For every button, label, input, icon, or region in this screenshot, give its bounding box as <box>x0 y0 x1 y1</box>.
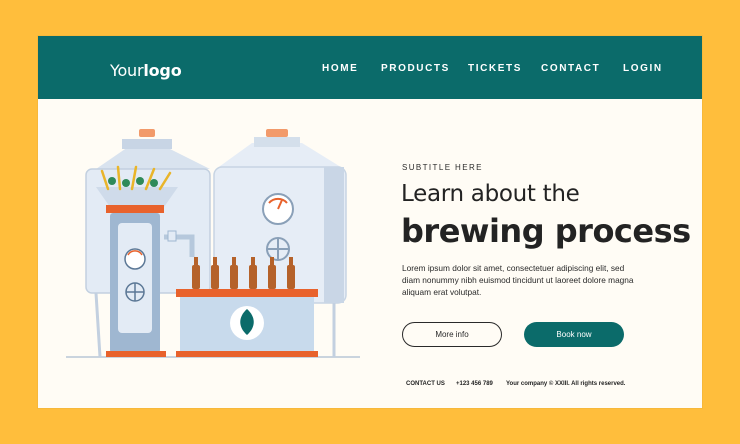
conveyor-box <box>176 289 318 357</box>
logo[interactable]: Yourlogo <box>110 61 182 80</box>
hero-body: Lorem ipsum dolor sit amet, consectetuer… <box>402 263 634 297</box>
footer-rights: Your company © XXIII. All rights reserve… <box>506 381 626 387</box>
footer-phone: +123 456 789 <box>456 381 493 387</box>
hero-subtitle: SUBTITLE HERE <box>402 163 483 172</box>
hero-title-line2: brewing process <box>401 212 691 250</box>
nav-home[interactable]: HOME <box>322 63 358 74</box>
mash-column <box>106 205 166 357</box>
brewing-illustration <box>66 129 360 358</box>
logo-light-text: Your <box>110 61 144 80</box>
landing-page: Yourlogo HOME PRODUCTS TICKETS CONTACT L… <box>38 36 702 408</box>
nav-contact[interactable]: CONTACT <box>541 63 600 74</box>
book-now-button[interactable]: Book now <box>524 322 624 347</box>
more-info-button[interactable]: More info <box>402 322 502 347</box>
logo-bold-text: logo <box>143 61 182 80</box>
nav-tickets[interactable]: TICKETS <box>468 63 522 74</box>
header-bar: Yourlogo HOME PRODUCTS TICKETS CONTACT L… <box>38 36 702 99</box>
hero-title-line1: Learn about the <box>401 181 580 207</box>
footer-contact[interactable]: CONTACT US <box>406 381 445 387</box>
nav-login[interactable]: LOGIN <box>623 63 663 74</box>
nav-products[interactable]: PRODUCTS <box>381 63 450 74</box>
